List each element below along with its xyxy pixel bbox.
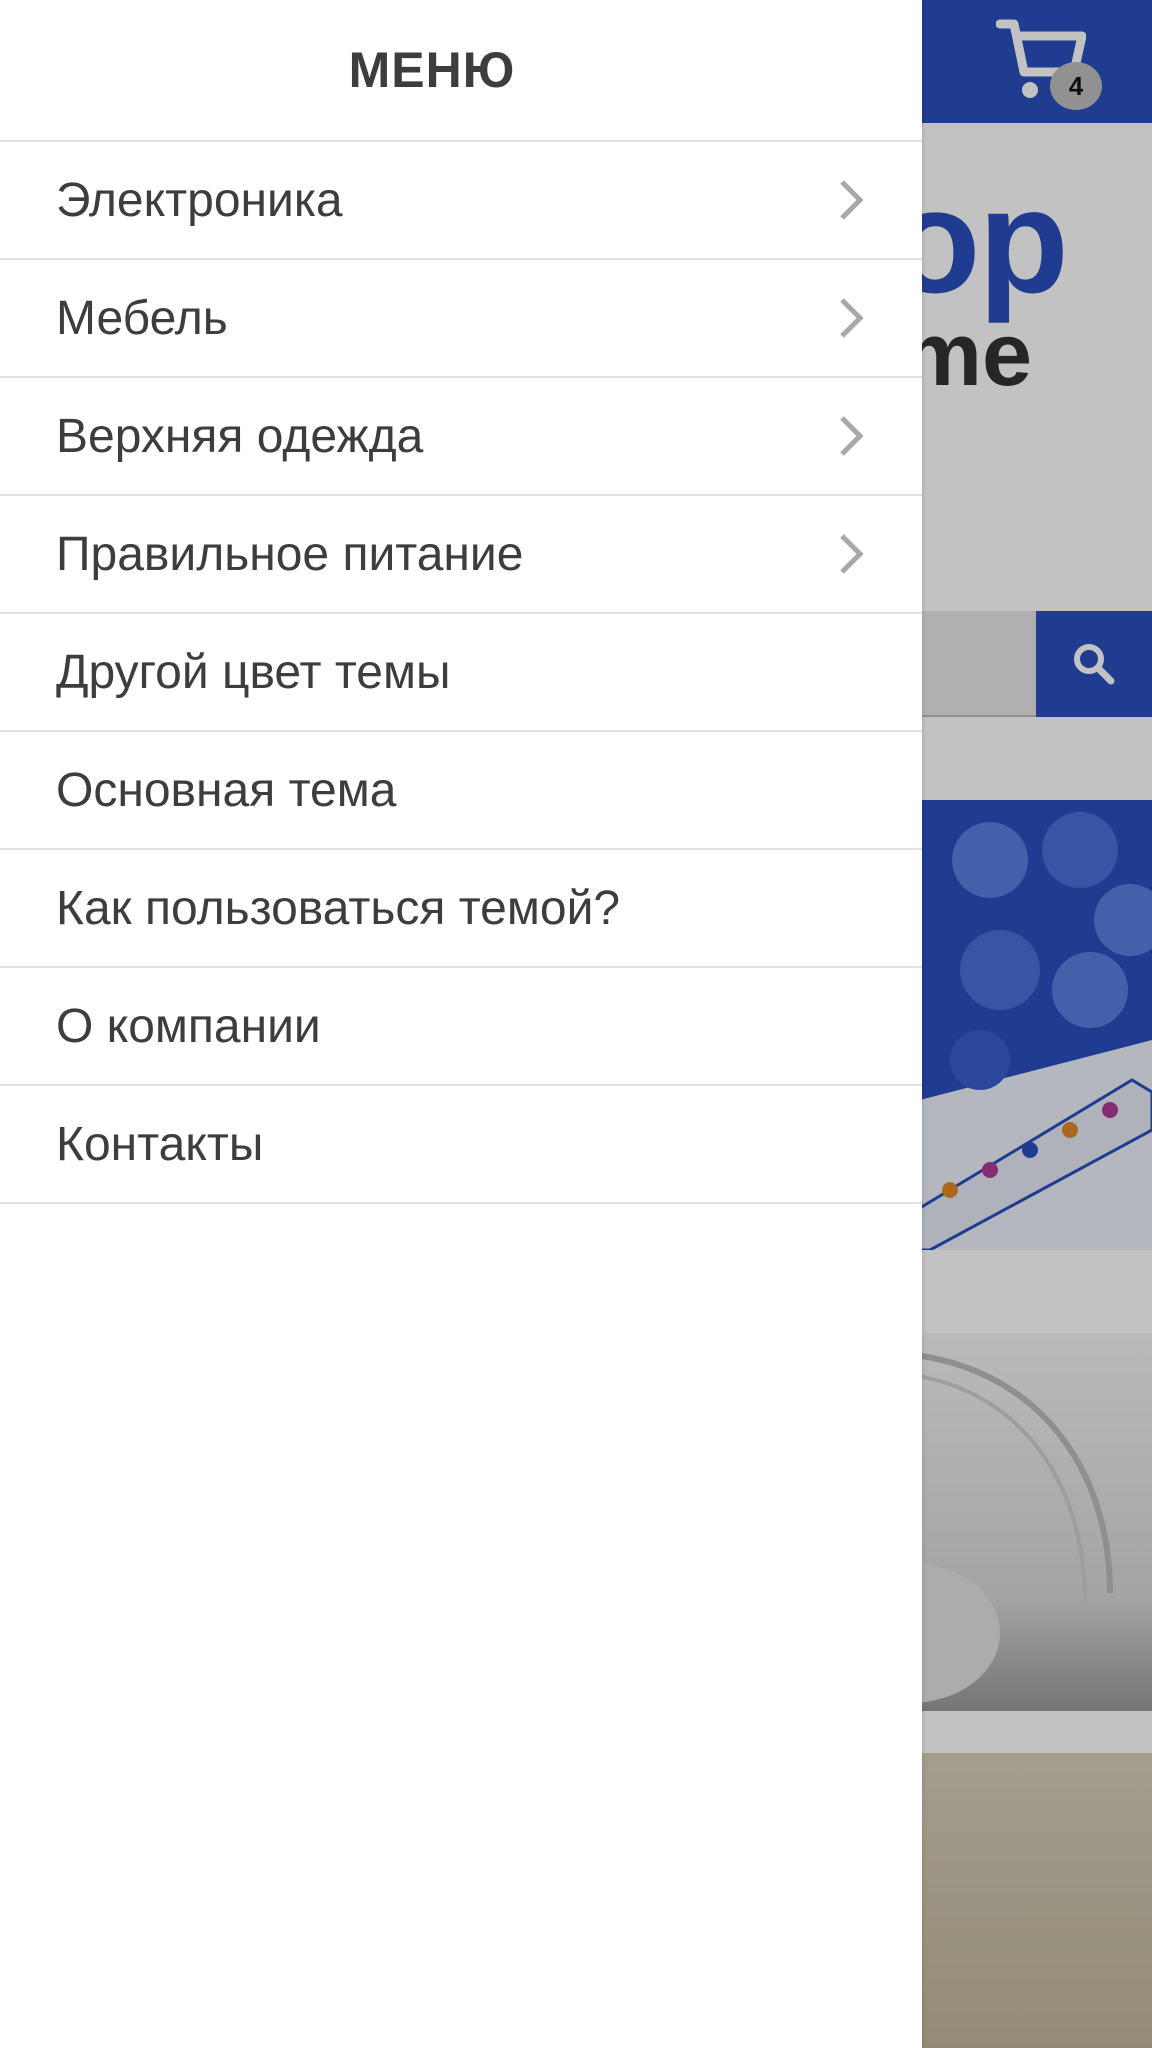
menu-item-label: Верхняя одежда <box>56 409 424 463</box>
menu-item-how-to-use[interactable]: Как пользоваться темой? <box>0 850 922 968</box>
menu-item-furniture[interactable]: Мебель <box>0 260 922 378</box>
menu-item-main-theme[interactable]: Основная тема <box>0 732 922 850</box>
menu-item-other-theme-color[interactable]: Другой цвет темы <box>0 614 922 732</box>
menu-item-about[interactable]: О компании <box>0 968 922 1086</box>
menu-item-healthy-food[interactable]: Правильное питание <box>0 496 922 614</box>
menu-item-label: О компании <box>56 999 321 1053</box>
menu-item-outerwear[interactable]: Верхняя одежда <box>0 378 922 496</box>
menu-title: МЕНЮ <box>0 0 922 142</box>
menu-item-label: Как пользоваться темой? <box>56 881 621 935</box>
menu-item-label: Мебель <box>56 291 228 345</box>
menu-item-electronics[interactable]: Электроника <box>0 142 922 260</box>
menu-item-label: Правильное питание <box>56 527 524 581</box>
side-menu: МЕНЮ Электроника Мебель Верхняя одежда П… <box>0 0 922 2048</box>
menu-item-label: Другой цвет темы <box>56 645 451 699</box>
chevron-right-icon <box>840 534 864 574</box>
chevron-right-icon <box>840 416 864 456</box>
chevron-right-icon <box>840 180 864 220</box>
menu-item-contacts[interactable]: Контакты <box>0 1086 922 1204</box>
menu-item-label: Электроника <box>56 173 343 227</box>
menu-item-label: Основная тема <box>56 763 397 817</box>
menu-list: Электроника Мебель Верхняя одежда Правил… <box>0 142 922 1204</box>
chevron-right-icon <box>840 298 864 338</box>
menu-item-label: Контакты <box>56 1117 264 1171</box>
